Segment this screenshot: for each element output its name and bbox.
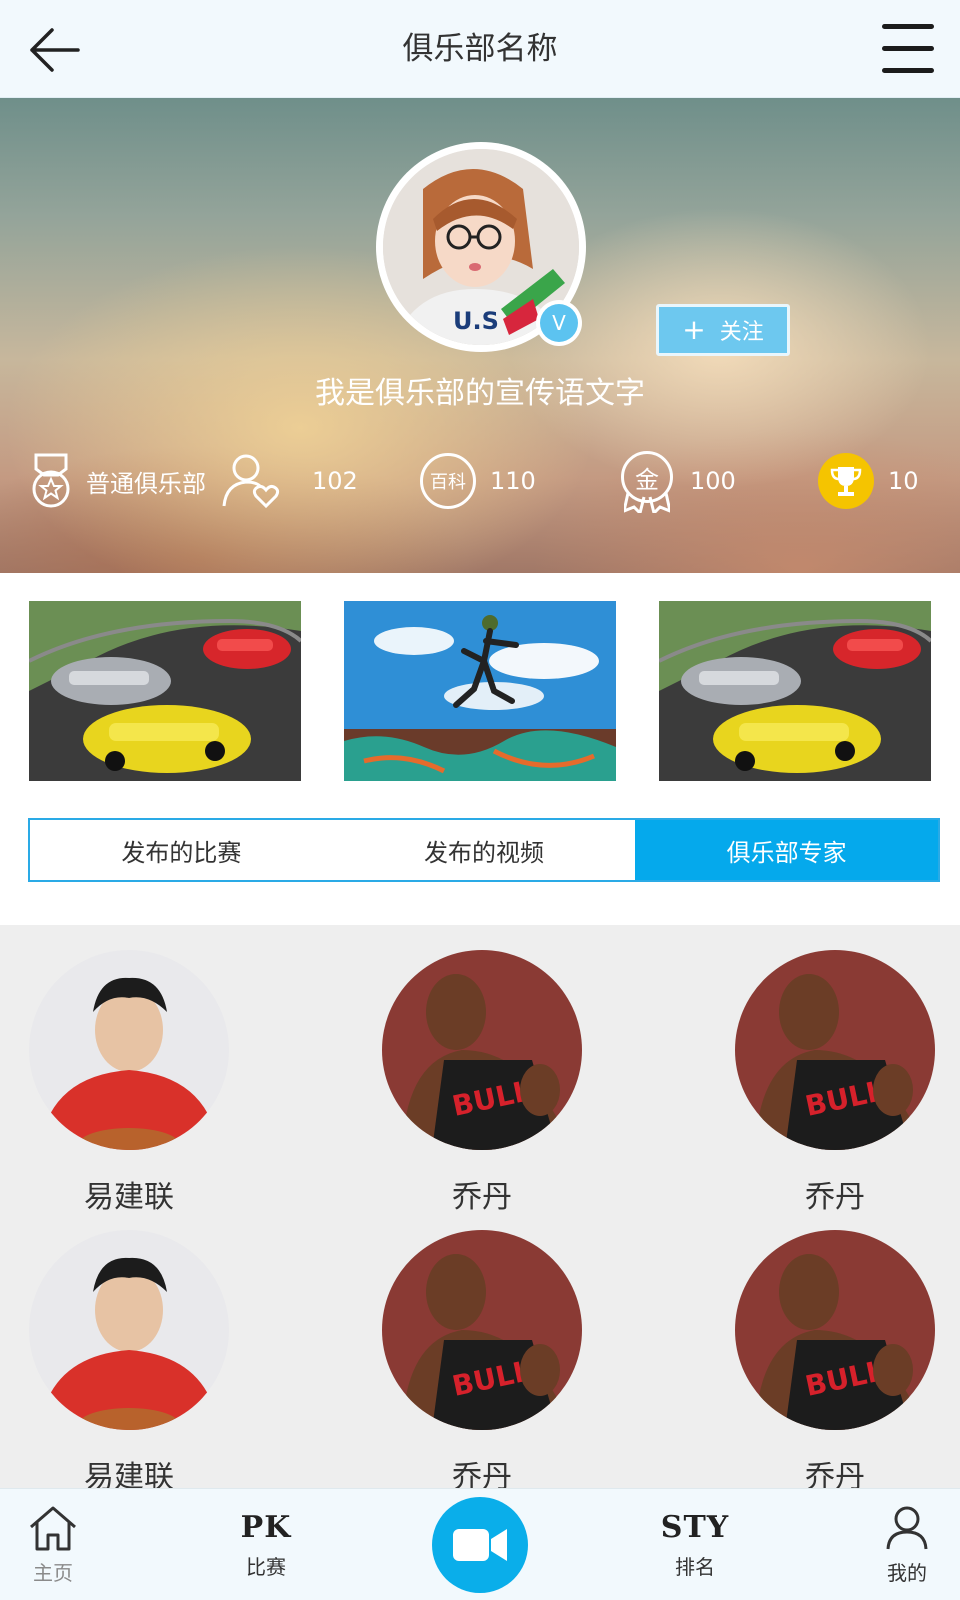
expert-avatar: BULLS [735, 950, 935, 1150]
expert-card[interactable]: 易建联 [29, 1230, 229, 1488]
user-icon [886, 1506, 928, 1549]
record-video-button[interactable] [432, 1497, 528, 1593]
trophy-icon [818, 453, 874, 509]
stat-trophies: 10 [818, 446, 919, 516]
expert-name: 易建联 [84, 1460, 174, 1488]
follow-label: 关注 [719, 320, 764, 345]
nav-ranking[interactable]: STY 排名 [650, 1489, 740, 1600]
club-stats: 普通俱乐部 102 百科 110 金 100 10 [0, 446, 960, 516]
stat-club-level: 普通俱乐部 [30, 446, 206, 516]
user-heart-icon [222, 454, 280, 509]
menu-button[interactable] [874, 18, 938, 82]
club-slogan: 我是俱乐部的宣传语文字 [315, 376, 645, 411]
tab-club-experts[interactable]: 俱乐部专家 [635, 820, 939, 880]
expert-avatar [29, 1230, 229, 1430]
gold-medal-icon: 金 [618, 449, 676, 513]
content-tabs: 发布的比赛 发布的视频 俱乐部专家 [28, 818, 940, 882]
nav-matches[interactable]: PK 比赛 [226, 1489, 306, 1600]
club-gallery [0, 573, 960, 803]
medal-icon [32, 453, 70, 508]
verified-badge: V [536, 300, 582, 346]
expert-avatar: BULLS [735, 1230, 935, 1430]
hamburger-menu-icon [882, 24, 934, 29]
stat-wiki: 百科 110 [420, 446, 536, 516]
plus-icon: + [682, 313, 706, 346]
expert-name: 乔丹 [452, 1180, 512, 1215]
club-profile-banner: U.S V + 关注 我是俱乐部的宣传语文字 普通俱乐部 102 百科 110 … [0, 98, 960, 573]
expert-card[interactable]: BULLS 乔丹 [382, 1230, 582, 1488]
expert-avatar: BULLS [382, 1230, 582, 1430]
expert-name: 乔丹 [805, 1460, 865, 1488]
experts-grid: 易建联 BULLS 乔丹 BULLS 乔丹 易建联 BULLS 乔丹 BULLS… [0, 925, 960, 1488]
nav-home[interactable]: 主页 [22, 1489, 84, 1600]
stat-fans: 102 [222, 446, 358, 516]
pk-logo-icon: PK [240, 1510, 292, 1545]
wiki-badge-icon: 百科 [420, 453, 476, 509]
bottom-nav: 主页 PK 比赛 STY 排名 我的 [0, 1488, 960, 1600]
tab-published-videos[interactable]: 发布的视频 [333, 820, 636, 880]
expert-card[interactable]: BULLS 乔丹 [382, 950, 582, 1216]
video-camera-icon [453, 1529, 507, 1561]
tab-published-matches[interactable]: 发布的比赛 [30, 820, 333, 880]
expert-avatar [29, 950, 229, 1150]
expert-card[interactable]: BULLS 乔丹 [735, 1230, 935, 1488]
gallery-image-racing-2[interactable] [659, 601, 931, 781]
expert-avatar: BULLS [382, 950, 582, 1150]
sty-logo-icon: STY [660, 1510, 730, 1545]
follow-button[interactable]: + 关注 [656, 304, 790, 356]
gallery-image-racing[interactable] [29, 601, 301, 781]
expert-card[interactable]: BULLS 乔丹 [735, 950, 935, 1216]
expert-name: 乔丹 [805, 1180, 865, 1215]
back-button[interactable] [22, 18, 86, 82]
expert-name: 乔丹 [452, 1460, 512, 1488]
page-title: 俱乐部名称 [402, 31, 558, 67]
svg-text:U.S: U.S [453, 307, 499, 335]
nav-me[interactable]: 我的 [876, 1489, 938, 1600]
expert-name: 易建联 [84, 1180, 174, 1215]
gallery-image-jumper[interactable] [344, 601, 616, 781]
arrow-left-icon [30, 28, 80, 72]
stat-gold: 金 100 [618, 446, 736, 516]
home-icon [30, 1506, 76, 1550]
top-bar: 俱乐部名称 [0, 0, 960, 98]
expert-card[interactable]: 易建联 [29, 950, 229, 1216]
